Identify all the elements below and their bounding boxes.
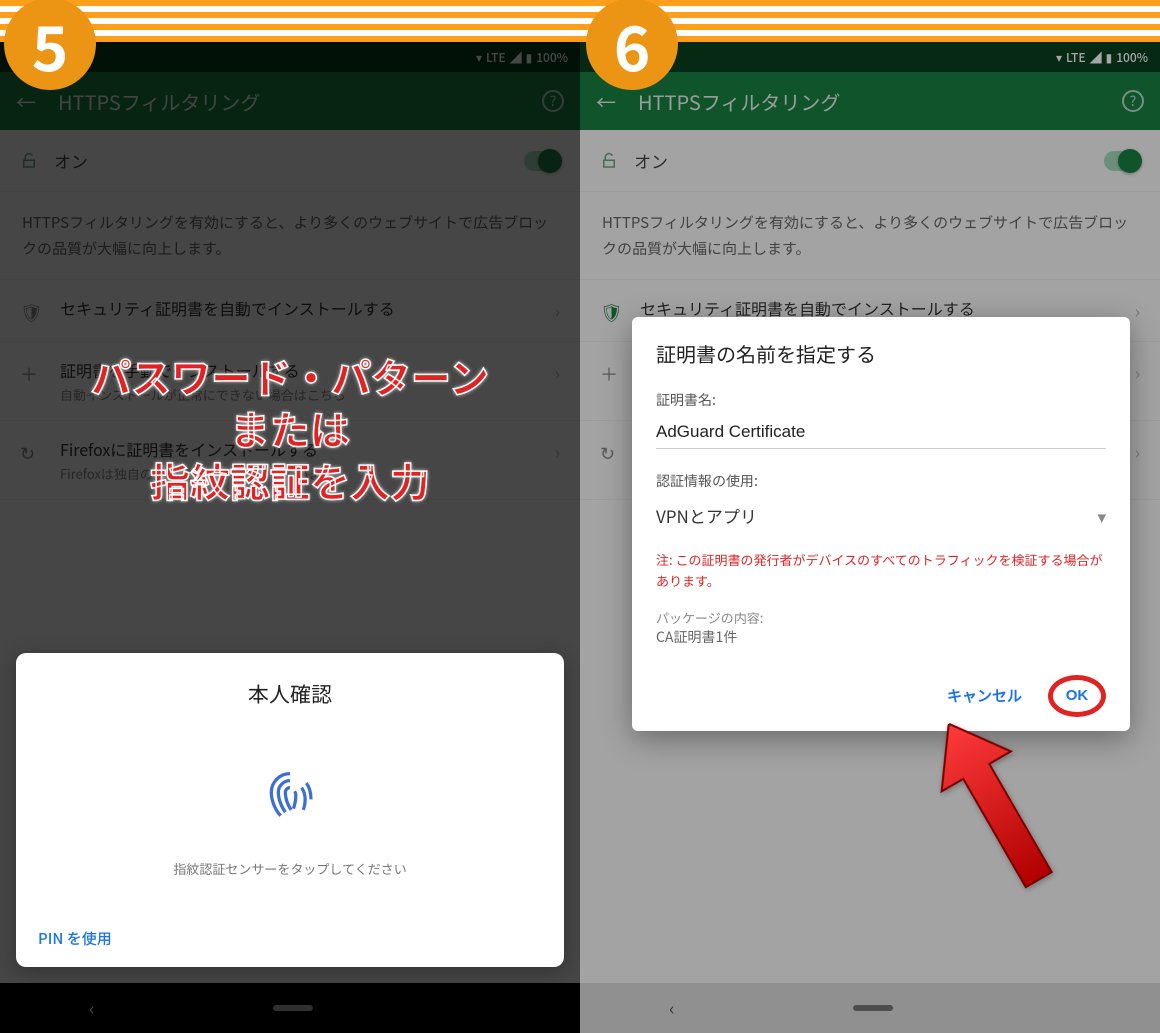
package-value: CA証明書1件 [656,627,1106,647]
dialog-title: 証明書の名前を指定する [656,339,1106,368]
cred-use-dropdown[interactable]: VPNとアプリ ▾ [656,497,1106,534]
dialog-warning: 注: この証明書の発行者がデバイスのすべてのトラフィックを検証する場合があります… [656,550,1106,592]
auth-bottom-sheet: 本人確認 指紋認証センサーをタップしてください PIN を使用 [16,653,564,967]
ok-button[interactable]: OK [1066,687,1089,704]
fingerprint-icon[interactable] [262,769,318,825]
annotation-text: パスワード・パターン または 指紋認証を入力 [60,350,520,506]
phone-screenshot-5: ▾ LTE ◢ ▮ 100% ← HTTPSフィルタリング ? オン HTTPS… [0,42,580,1033]
cred-use-value: VPNとアプリ [656,503,757,528]
cert-name-input[interactable] [656,416,1106,449]
use-pin-link[interactable]: PIN を使用 [38,928,112,949]
cert-name-label: 証明書名: [656,390,1106,410]
cred-use-label: 認証情報の使用: [656,471,1106,491]
decorative-stripes [0,0,1160,48]
step-badge-5: 5 [4,0,96,90]
step-badge-6: 6 [586,0,678,90]
sheet-title: 本人確認 [248,679,332,709]
ok-highlight-circle: OK [1048,675,1106,717]
certificate-name-dialog: 証明書の名前を指定する 証明書名: 認証情報の使用: VPNとアプリ ▾ 注: … [632,317,1130,731]
sheet-instruction: 指紋認証センサーをタップしてください [173,859,406,878]
package-label: パッケージの内容: [656,608,1106,627]
chevron-down-icon: ▾ [1097,503,1106,528]
